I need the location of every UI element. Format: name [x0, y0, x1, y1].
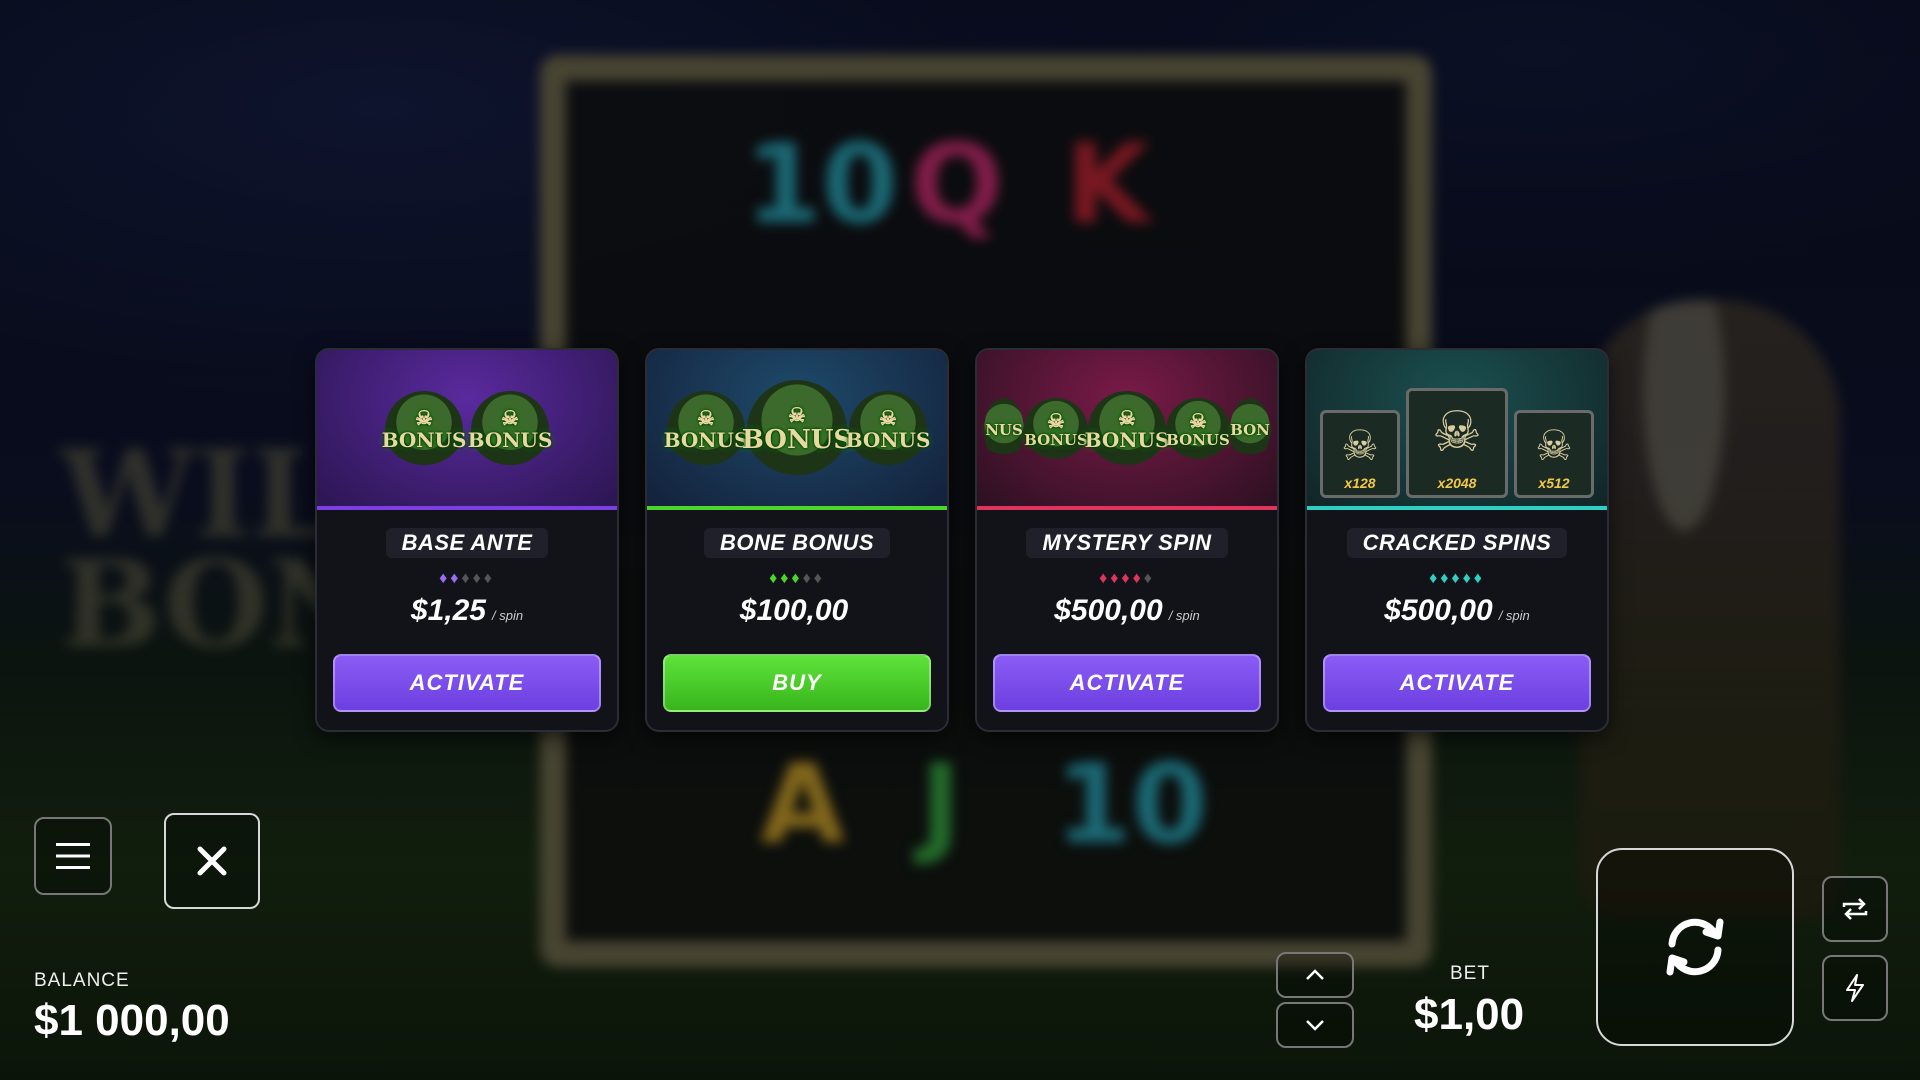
feature-card-bone-bonus: ☠ BONUS ☠ BONUS ☠ BONUS BONE BONUS ♦♦♦♦♦ $1…	[645, 348, 949, 732]
card-title: MYSTERY SPIN	[1026, 528, 1228, 558]
bonus-icon: ☠ BONUS	[664, 391, 748, 469]
turbo-button[interactable]	[1822, 955, 1888, 1021]
bonus-icon: ☠ BONUS	[1024, 398, 1088, 462]
buy-button[interactable]: BUY	[663, 654, 931, 712]
bonus-icon: ☠ BONUS	[742, 380, 852, 480]
bet-increase-button[interactable]	[1276, 952, 1354, 998]
skeleton-tile: ☠ x128	[1320, 410, 1400, 498]
lightning-icon	[1846, 974, 1864, 1002]
activate-button[interactable]: ACTIVATE	[1323, 654, 1591, 712]
refresh-icon	[1666, 918, 1724, 976]
card-art: ☠ BONUS ☠ BONUS	[317, 350, 617, 510]
activate-button[interactable]: ACTIVATE	[993, 654, 1261, 712]
bonus-icon: NUS	[984, 398, 1024, 462]
card-art: NUS ☠ BONUS ☠ BONUS ☠ BONUS BON	[977, 350, 1277, 510]
balance-value: $1 000,00	[34, 996, 230, 1045]
feature-card-base-ante: ☠ BONUS ☠ BONUS BASE ANTE ♦♦♦♦♦ $1,25/ spi…	[315, 348, 619, 732]
repeat-icon	[1842, 898, 1868, 920]
bonus-icon: ☠ BONUS	[1085, 391, 1169, 469]
bonus-icon: BON	[1230, 398, 1270, 462]
card-title: BASE ANTE	[385, 528, 549, 558]
hamburger-icon	[56, 843, 90, 869]
chevron-up-icon	[1306, 969, 1324, 980]
volatility-rating: ♦♦♦♦♦	[1099, 570, 1155, 587]
bonus-icon: ☠ BONUS	[1166, 398, 1230, 462]
activate-button[interactable]: ACTIVATE	[333, 654, 601, 712]
volatility-rating: ♦♦♦♦♦	[769, 570, 825, 587]
close-icon	[197, 846, 227, 876]
menu-button[interactable]	[34, 817, 112, 895]
card-title: CRACKED SPINS	[1346, 528, 1568, 558]
skeleton-tile: ☠ x512	[1514, 410, 1594, 498]
skeleton-tile: ☠ x2048	[1406, 388, 1508, 498]
card-price: $500,00/ spin	[1054, 594, 1200, 627]
card-price: $1,25/ spin	[410, 594, 524, 627]
bet-label: BET	[1450, 963, 1490, 984]
volatility-rating: ♦♦♦♦♦	[439, 570, 495, 587]
feature-card-cracked-spins: ☠ x128 ☠ x2048 ☠ x512 CRACKED SPINS ♦♦♦♦♦ $…	[1305, 348, 1609, 732]
chevron-down-icon	[1306, 1020, 1324, 1031]
spin-button[interactable]	[1596, 848, 1794, 1046]
bet-decrease-button[interactable]	[1276, 1002, 1354, 1048]
card-price: $100,00	[739, 594, 849, 627]
card-art: ☠ BONUS ☠ BONUS ☠ BONUS	[647, 350, 947, 510]
bonus-icon: ☠ BONUS	[382, 391, 466, 469]
card-price: $500,00/ spin	[1384, 594, 1530, 627]
card-title: BONE BONUS	[703, 528, 891, 558]
autoplay-button[interactable]	[1822, 876, 1888, 942]
close-button[interactable]	[164, 813, 260, 909]
volatility-rating: ♦♦♦♦♦	[1429, 570, 1485, 587]
bet-value: $1,00	[1414, 990, 1525, 1039]
feature-card-mystery-spin: NUS ☠ BONUS ☠ BONUS ☠ BONUS BON MYSTERY SPI…	[975, 348, 1279, 732]
card-art: ☠ x128 ☠ x2048 ☠ x512	[1307, 350, 1607, 510]
balance-label: BALANCE	[34, 970, 130, 991]
bonus-icon: ☠ BONUS	[468, 391, 552, 469]
bonus-icon: ☠ BONUS	[846, 391, 930, 469]
